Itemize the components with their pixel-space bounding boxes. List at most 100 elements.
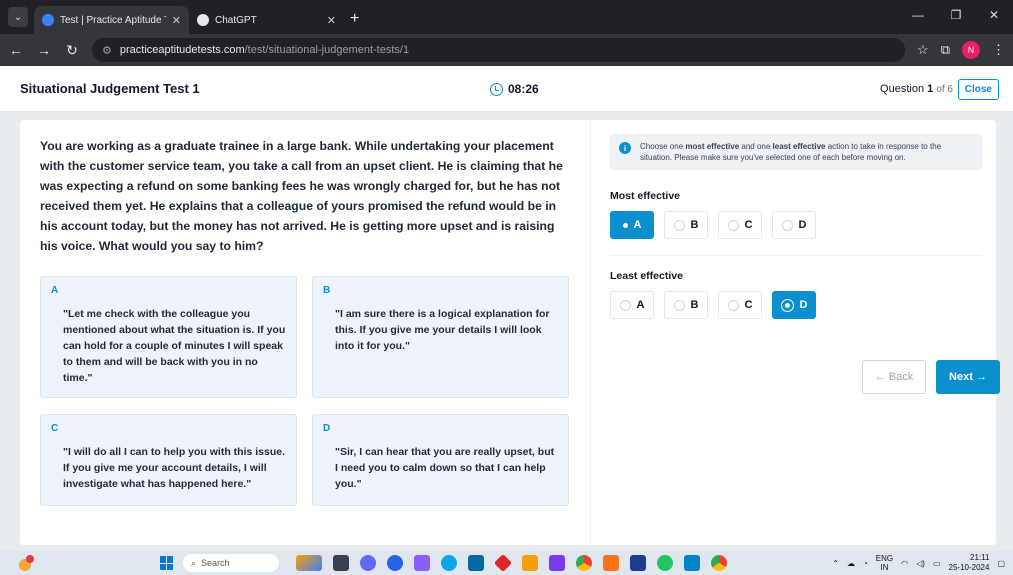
- site-info-icon[interactable]: ⚙: [102, 44, 112, 57]
- most-effective-choices: A B C D: [610, 211, 982, 239]
- least-effective-option-d[interactable]: D: [772, 291, 816, 319]
- tab-close-icon[interactable]: ✕: [172, 14, 181, 27]
- pinned-apps: [296, 553, 727, 573]
- tray-chevron-up-icon[interactable]: ⌃: [832, 559, 839, 568]
- option-letter: B: [323, 285, 331, 296]
- notification-icon[interactable]: ▢: [997, 559, 1005, 568]
- least-effective-option-c[interactable]: C: [718, 291, 762, 319]
- app-icon[interactable]: [414, 555, 430, 571]
- most-effective-option-b[interactable]: B: [664, 211, 708, 239]
- brave-icon[interactable]: [603, 555, 619, 571]
- weather-icon[interactable]: [16, 553, 36, 573]
- scenario-panel: You are working as a graduate trainee in…: [40, 136, 570, 506]
- option-letter: A: [51, 285, 59, 296]
- copilot-icon[interactable]: [296, 555, 322, 571]
- back-button[interactable]: ← Back: [862, 360, 926, 394]
- window-close-icon[interactable]: ✕: [975, 0, 1013, 30]
- system-tray: ⌃ ☁ ◔ ENG IN ◠ ◁) ▭ 21:11 25-10-2024 ▢: [832, 553, 1005, 573]
- url-domain: practiceaptitudetests.com: [119, 44, 245, 56]
- app-icon[interactable]: [630, 555, 646, 571]
- tab-label: ChatGPT: [215, 14, 257, 26]
- app-icon[interactable]: [360, 555, 376, 571]
- new-tab-button[interactable]: +: [350, 10, 359, 28]
- page-title: Situational Judgement Test 1: [20, 81, 200, 96]
- forward-arrow-icon[interactable]: →: [36, 42, 52, 58]
- most-effective-option-d[interactable]: D: [772, 211, 816, 239]
- option-card-d: D "Sir, I can hear that you are really u…: [312, 414, 569, 506]
- option-letter: C: [51, 423, 59, 434]
- app-icon[interactable]: [684, 555, 700, 571]
- tab-close-icon[interactable]: ✕: [327, 14, 336, 27]
- selected-dot-icon: [622, 222, 628, 228]
- tab-practice-aptitude[interactable]: Test | Practice Aptitude Tests ✕: [34, 6, 189, 34]
- minimize-icon[interactable]: —: [899, 0, 937, 30]
- volume-icon[interactable]: ◁): [916, 559, 925, 568]
- browser-tab-bar: ⌄ Test | Practice Aptitude Tests ✕ ChatG…: [0, 0, 1013, 34]
- most-effective-option-c[interactable]: C: [718, 211, 762, 239]
- taskbar-search[interactable]: ⌕ Search: [183, 554, 279, 572]
- app-icon[interactable]: [549, 555, 565, 571]
- wifi-icon[interactable]: ◠: [901, 559, 908, 568]
- navigation-buttons: ← Back Next →: [862, 360, 1000, 394]
- clock-icon: [490, 82, 503, 96]
- onedrive-icon[interactable]: ☁: [847, 559, 855, 568]
- question-current: 1: [927, 83, 934, 95]
- language-indicator[interactable]: ENG IN: [876, 554, 893, 572]
- url-path: /test/situational-judgement-tests/1: [244, 44, 410, 56]
- url-bar[interactable]: ⚙ practiceaptitudetests.com/test/situati…: [92, 38, 906, 62]
- least-effective-choices: A B C D: [610, 291, 982, 319]
- least-effective-option-a[interactable]: A: [610, 291, 654, 319]
- option-text: "Let me check with the colleague you men…: [63, 308, 286, 384]
- whatsapp-icon[interactable]: [657, 555, 673, 571]
- windows-start-icon[interactable]: [160, 556, 174, 570]
- taskbar-clock[interactable]: 21:11 25-10-2024: [949, 553, 990, 573]
- radio-icon: [727, 299, 739, 311]
- option-card-a: A "Let me check with the colleague you m…: [40, 276, 297, 398]
- option-text: "I am sure there is a logical explanatio…: [335, 308, 550, 352]
- option-text: "I will do all I can to help you with th…: [63, 446, 286, 490]
- edge-icon[interactable]: [441, 555, 457, 571]
- option-letter: D: [323, 423, 331, 434]
- radio-icon: [673, 299, 685, 311]
- test-header: Situational Judgement Test 1 08:26 Quest…: [0, 66, 1013, 112]
- instructions-box: i Choose one most effective and one leas…: [610, 134, 982, 170]
- question-counter: Question 1 of 6: [880, 83, 953, 95]
- most-effective-option-a[interactable]: A: [610, 211, 654, 239]
- app-icon[interactable]: [493, 553, 513, 573]
- address-toolbar: ← → ↻ ⚙ practiceaptitudetests.com/test/s…: [0, 34, 1013, 66]
- option-card-c: C "I will do all I can to help you with …: [40, 414, 297, 506]
- close-button[interactable]: Close: [957, 79, 999, 100]
- radio-icon: [781, 219, 793, 231]
- question-total: of 6: [936, 84, 953, 95]
- battery-icon[interactable]: ▭: [933, 559, 941, 568]
- chrome-icon[interactable]: [576, 555, 592, 571]
- search-icon: ⌕: [191, 557, 197, 568]
- profile-avatar[interactable]: N: [962, 41, 980, 59]
- most-effective-label: Most effective: [610, 190, 681, 202]
- most-effective-section: Most effective A B C D: [610, 190, 982, 239]
- extensions-icon[interactable]: ⧉: [941, 42, 950, 58]
- tray-app-icon[interactable]: ◔: [863, 559, 868, 568]
- tab-search-chevron-icon[interactable]: ⌄: [8, 7, 28, 27]
- timer-value: 08:26: [508, 82, 539, 96]
- app-icon[interactable]: [387, 555, 403, 571]
- browser-menu-icon[interactable]: ⋮: [992, 42, 1005, 58]
- reload-icon[interactable]: ↻: [64, 42, 80, 59]
- restore-icon[interactable]: ❐: [937, 0, 975, 30]
- file-explorer-icon[interactable]: [522, 555, 538, 571]
- bookmark-star-icon[interactable]: ☆: [917, 42, 929, 58]
- least-effective-section: Least effective A B C D: [610, 270, 982, 319]
- store-icon[interactable]: [468, 555, 484, 571]
- least-effective-option-b[interactable]: B: [664, 291, 708, 319]
- timer: 08:26: [490, 82, 539, 96]
- panel-divider: [590, 120, 591, 545]
- next-button[interactable]: Next →: [936, 360, 1000, 394]
- tab-chatgpt[interactable]: ChatGPT ✕: [189, 6, 344, 34]
- least-effective-label: Least effective: [610, 270, 683, 282]
- task-view-icon[interactable]: [333, 555, 349, 571]
- tab-label: Test | Practice Aptitude Tests: [60, 14, 166, 26]
- site-favicon-icon: [42, 14, 54, 26]
- chrome-profile-icon[interactable]: [711, 555, 727, 571]
- back-arrow-icon[interactable]: ←: [8, 42, 24, 58]
- answer-panel: i Choose one most effective and one leas…: [610, 134, 1000, 394]
